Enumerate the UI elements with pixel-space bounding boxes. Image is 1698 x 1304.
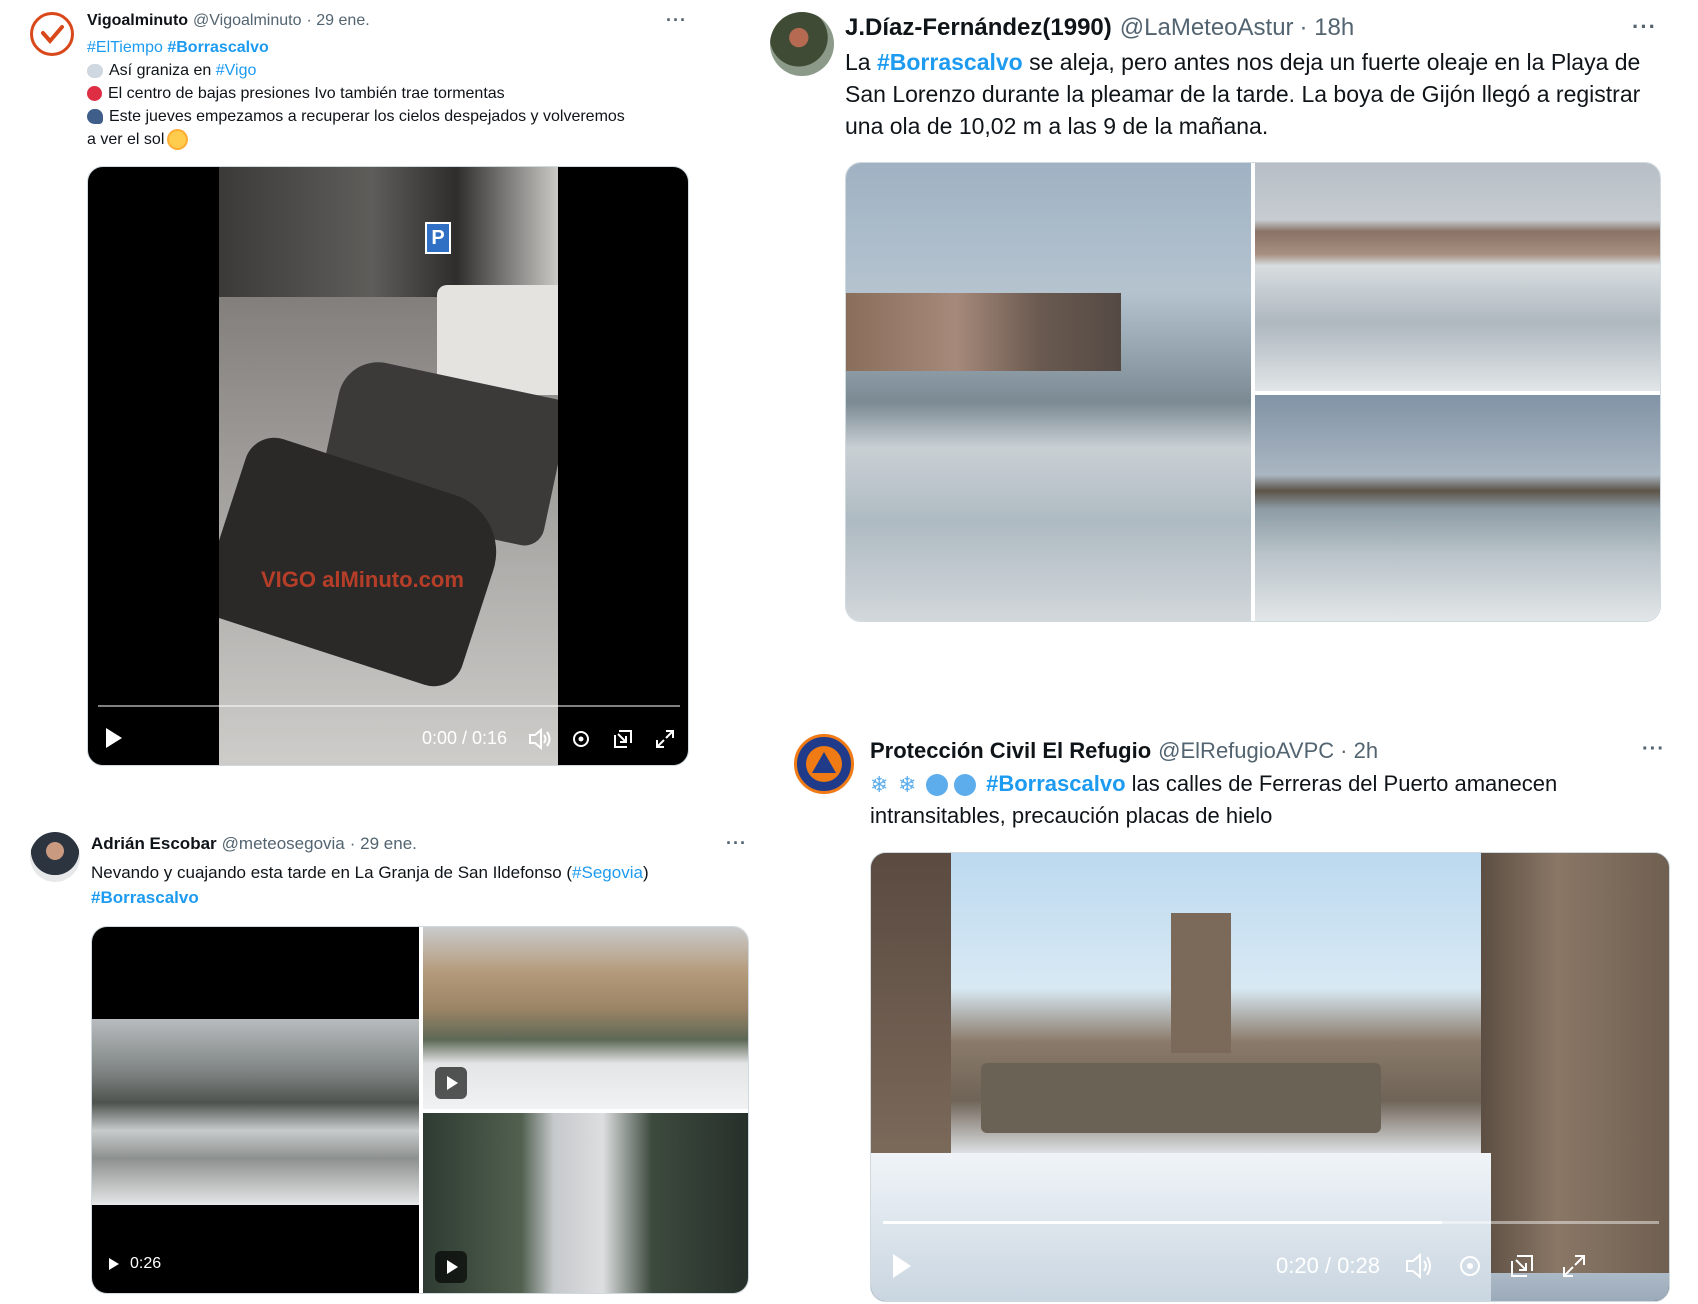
photo-1[interactable] [846, 163, 1251, 621]
video-2[interactable] [423, 927, 748, 1109]
building-wall [219, 167, 558, 297]
tweet-lameteoastur[interactable]: J.Díaz-Fernández(1990) @LaMeteoAstur · 1… [760, 0, 1698, 640]
settings-gear-icon[interactable] [570, 728, 592, 750]
author-handle[interactable]: @Vigoalminuto [193, 12, 301, 30]
video-duration-badge: 0:26 [108, 1255, 161, 1273]
play-icon[interactable] [108, 1257, 120, 1271]
author-handle[interactable]: @LaMeteoAstur [1120, 14, 1294, 42]
hashtag-vigo[interactable]: #Vigo [216, 62, 257, 79]
more-options-button[interactable]: ··· [666, 10, 687, 31]
pip-icon[interactable] [612, 728, 634, 750]
tweet-text: La #Borrascalvo se aleja, pero antes nos… [845, 49, 1641, 139]
snowflake-icon: ❄ [870, 772, 889, 798]
tweet-date[interactable]: · 2h [1340, 738, 1378, 764]
media-grid: 0:26 [91, 926, 749, 1294]
tweet-header: J.Díaz-Fernández(1990) @LaMeteoAstur · 1… [845, 14, 1354, 42]
progress-track[interactable] [98, 705, 680, 707]
volume-icon[interactable] [1405, 1253, 1433, 1279]
parking-sign: P [425, 222, 451, 254]
snowflake-icon: ❄ [898, 772, 917, 798]
snowy-garden [92, 1019, 419, 1205]
cold-face-icon [954, 774, 976, 797]
hashtag-eltiempo[interactable]: #ElTiempo [87, 39, 163, 56]
more-options-button[interactable]: ··· [726, 833, 747, 854]
play-icon[interactable] [891, 1253, 913, 1279]
photo-3[interactable] [1255, 395, 1660, 621]
volume-icon[interactable] [528, 728, 552, 750]
avatar[interactable] [30, 832, 80, 882]
video-1[interactable]: 0:26 [92, 927, 419, 1293]
more-options-button[interactable]: ··· [1632, 14, 1657, 40]
author-handle[interactable]: @ElRefugioAVPC [1158, 738, 1334, 764]
tweet-text: Nevando y cuajando esta tarde en La Gran… [91, 863, 649, 907]
tweet-date[interactable]: · 18h [1300, 14, 1355, 42]
speaking-head-icon [87, 109, 103, 125]
hashtag-borrascalvo[interactable]: #Borrascalvo [877, 49, 1023, 75]
tweet-date[interactable]: · 29 ene. [307, 12, 370, 30]
video-3[interactable] [423, 1113, 748, 1293]
pip-icon[interactable] [1509, 1253, 1535, 1279]
tweet-meteosegovia[interactable]: Adrián Escobar @meteosegovia · 29 ene. ·… [0, 820, 760, 1304]
avatar[interactable] [30, 12, 74, 56]
fullscreen-icon[interactable] [654, 728, 676, 750]
stone-fence [981, 1063, 1381, 1133]
author-name[interactable]: Adrián Escobar [91, 834, 217, 854]
tweet-vigoalminuto[interactable]: Vigoalminuto @Vigoalminuto · 29 ene. ···… [0, 0, 720, 790]
video-frame: P VIGO alMinuto.com [219, 167, 558, 765]
author-name[interactable]: Vigoalminuto [87, 12, 188, 30]
video-player[interactable]: P VIGO alMinuto.com 0:00 / 0:16 [87, 166, 689, 766]
author-name[interactable]: J.Díaz-Fernández(1990) [845, 14, 1112, 42]
watermark: VIGO alMinuto.com [261, 567, 464, 592]
hail-cloud-icon [87, 63, 103, 78]
tweet-header: Adrián Escobar @meteosegovia · 29 ene. [91, 834, 417, 854]
video-controls: 0:20 / 0:28 [871, 1241, 1669, 1291]
video-time: 0:20 / 0:28 [1276, 1253, 1380, 1278]
progress-track[interactable] [883, 1221, 1659, 1224]
sun-icon [168, 131, 186, 149]
progress-fill [883, 1221, 1442, 1224]
right-stone-wall [1481, 853, 1669, 1273]
tweet-header: Protección Civil El Refugio @ElRefugioAV… [870, 738, 1378, 764]
red-circle-icon [87, 86, 102, 102]
tweet-text: ❄ ❄ #Borrascalvo las calles de Ferreras d… [870, 771, 1558, 828]
civil-protection-logo-icon [806, 746, 842, 782]
play-button[interactable] [435, 1067, 467, 1099]
tweet-date[interactable]: · 29 ene. [350, 834, 417, 854]
photo-grid [845, 162, 1661, 622]
more-options-button[interactable]: ··· [1642, 738, 1665, 761]
hashtag-segovia[interactable]: #Segovia [572, 863, 643, 882]
fullscreen-icon[interactable] [1561, 1253, 1587, 1279]
hashtag-borrascalvo[interactable]: #Borrascalvo [986, 771, 1125, 796]
author-handle[interactable]: @meteosegovia [222, 834, 345, 854]
settings-gear-icon[interactable] [1457, 1253, 1483, 1279]
tweet-elrefugioavpc[interactable]: Protección Civil El Refugio @ElRefugioAV… [780, 720, 1698, 1304]
check-logo-icon [41, 25, 64, 45]
video-frame [871, 853, 1669, 1301]
play-button[interactable] [435, 1251, 467, 1283]
tweet-header: Vigoalminuto @Vigoalminuto · 29 ene. [87, 12, 370, 30]
video-time: 0:00 / 0:16 [422, 728, 508, 748]
hashtag-borrascalvo[interactable]: #Borrascalvo [91, 888, 199, 907]
video-controls: 0:00 / 0:16 [88, 719, 688, 759]
play-icon[interactable] [104, 727, 124, 749]
avatar[interactable] [794, 734, 854, 794]
avatar[interactable] [770, 12, 834, 76]
author-name[interactable]: Protección Civil El Refugio [870, 738, 1151, 764]
hashtag-borrascalvo[interactable]: #Borrascalvo [167, 39, 268, 56]
cold-face-icon [926, 774, 948, 797]
church-tower [1171, 913, 1231, 1053]
left-house [871, 853, 951, 1183]
video-player[interactable]: 0:20 / 0:28 [870, 852, 1670, 1302]
photo-2[interactable] [1255, 163, 1660, 391]
headland-buildings [846, 293, 1121, 371]
tweet-text: #ElTiempo #Borrascalvo Así graniza en #V… [87, 39, 625, 149]
